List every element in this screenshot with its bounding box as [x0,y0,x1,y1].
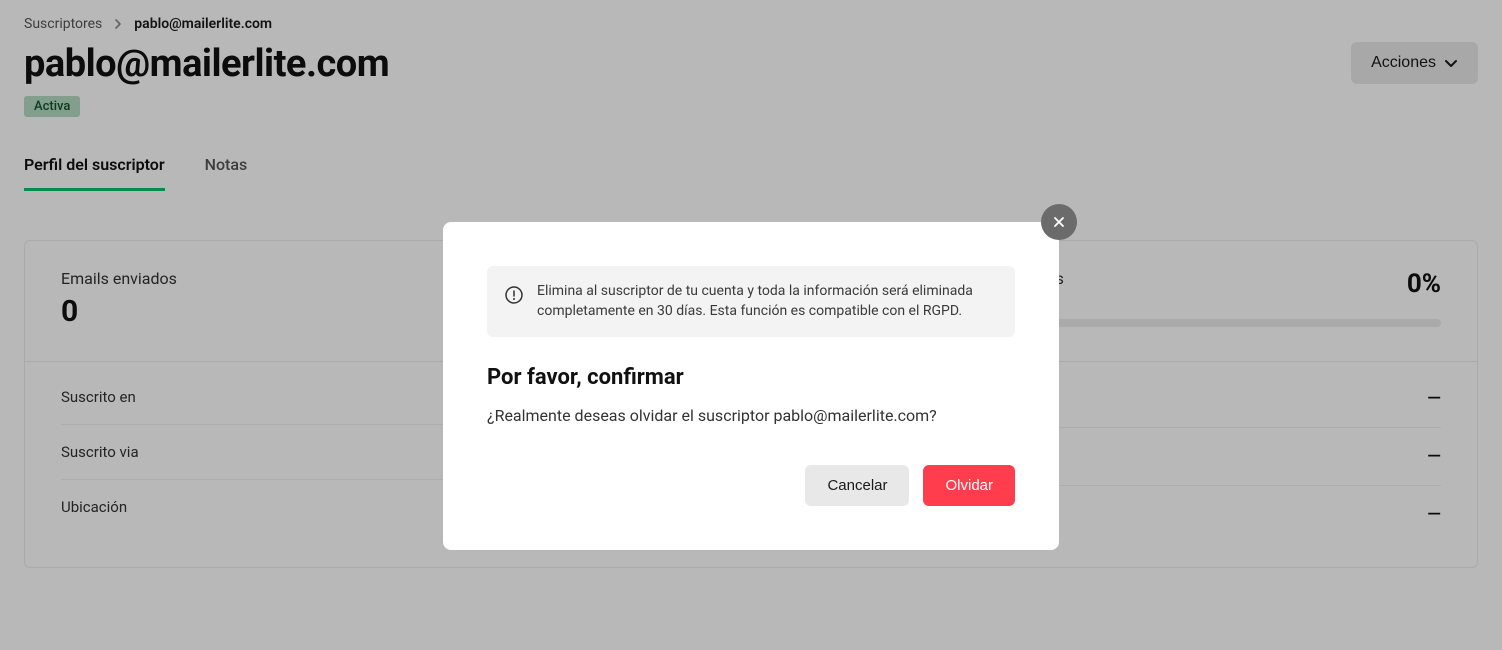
modal-body: ¿Realmente deseas olvidar el suscriptor … [487,406,1015,425]
confirm-modal: Elimina al suscriptor de tu cuenta y tod… [443,222,1059,550]
close-icon [1052,215,1066,229]
info-text: Elimina al suscriptor de tu cuenta y tod… [537,282,997,321]
info-icon [505,282,523,304]
cancel-button[interactable]: Cancelar [805,465,909,506]
modal-overlay[interactable]: Elimina al suscriptor de tu cuenta y tod… [0,0,1502,650]
forget-button[interactable]: Olvidar [923,465,1015,506]
close-button[interactable] [1041,204,1077,240]
modal-wrap: Elimina al suscriptor de tu cuenta y tod… [443,222,1059,550]
info-box: Elimina al suscriptor de tu cuenta y tod… [487,266,1015,337]
modal-title: Por favor, confirmar [487,365,1015,390]
modal-actions: Cancelar Olvidar [487,465,1015,506]
